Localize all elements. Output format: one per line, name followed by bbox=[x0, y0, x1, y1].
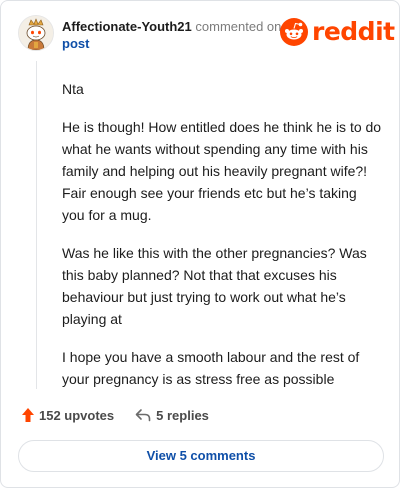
reddit-alien-icon bbox=[280, 18, 308, 46]
view-comments-button[interactable]: View 5 comments bbox=[18, 440, 384, 472]
commented-on-text: commented on bbox=[195, 19, 282, 34]
thread-line[interactable] bbox=[36, 61, 37, 389]
reply-arrow-icon bbox=[135, 408, 151, 422]
comment-footer: 152 upvotes 5 replies bbox=[21, 405, 209, 425]
comment-header: Affectionate-Youth21 commented on post bbox=[62, 19, 282, 52]
avatar[interactable] bbox=[18, 15, 54, 51]
comment-paragraph: Was he like this with the other pregnanc… bbox=[62, 245, 367, 327]
upvote-count: 152 upvotes bbox=[39, 407, 115, 423]
reddit-logo[interactable]: reddit bbox=[280, 17, 395, 47]
reply-count: 5 replies bbox=[156, 407, 209, 423]
comment-paragraph: I hope you have a smooth labour and the … bbox=[62, 349, 360, 387]
upvote-arrow-icon[interactable] bbox=[21, 407, 35, 423]
comment-card: Affectionate-Youth21 commented on post r… bbox=[0, 0, 400, 488]
post-link[interactable]: post bbox=[62, 36, 282, 52]
comment-paragraph: Nta bbox=[62, 81, 84, 97]
comment-paragraph: He is though! How entitled does he think… bbox=[62, 119, 382, 223]
comment-body: Nta He is though! How entitled does he t… bbox=[62, 78, 382, 406]
replies-button[interactable]: 5 replies bbox=[135, 408, 209, 423]
username[interactable]: Affectionate-Youth21 bbox=[62, 19, 192, 34]
reddit-wordmark: reddit bbox=[312, 17, 395, 46]
snoo-avatar-icon bbox=[19, 16, 53, 50]
